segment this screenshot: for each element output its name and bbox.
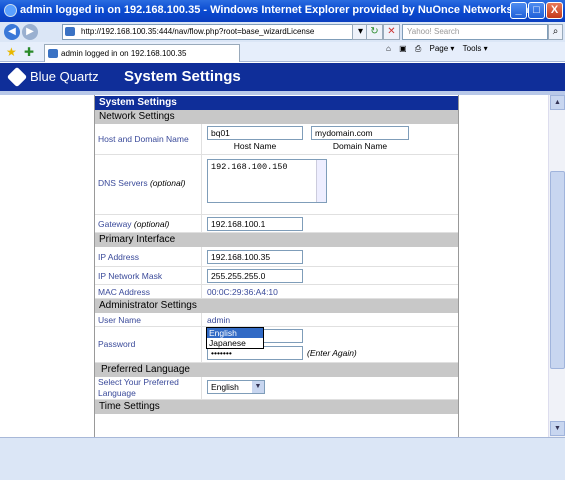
language-dropdown-list: English Japanese <box>206 327 264 349</box>
status-bar <box>0 437 565 480</box>
network-mask-label: IP Network Mask <box>98 271 163 281</box>
row-separator <box>201 285 202 298</box>
dns-label-text: DNS Servers <box>98 178 148 188</box>
dns-label: DNS Servers (optional) <box>98 178 185 188</box>
domain-name-input[interactable]: mydomain.com <box>311 126 409 140</box>
host-name-caption: Host Name <box>233 141 277 151</box>
section-primary-interface: Primary Interface <box>95 233 458 247</box>
tab-title: admin logged in on 192.168.100.35 <box>61 49 187 58</box>
dns-value: 192.168.100.150 <box>211 162 288 172</box>
row-separator <box>201 313 202 326</box>
page-scrollbar[interactable]: ▲ ▼ <box>548 95 565 437</box>
home-icon[interactable]: ⌂ <box>386 44 391 53</box>
brand-name: Blue Quartz <box>30 69 99 84</box>
domain-name-caption: Domain Name <box>332 141 388 151</box>
url-input[interactable]: http://192.168.100.35:444/nav/flow.php?r… <box>62 24 364 40</box>
page-viewport: Blue Quartz System Settings System Setti… <box>0 63 565 437</box>
password-label: Password <box>98 339 136 349</box>
tab-page-icon <box>48 49 58 58</box>
gateway-optional: (optional) <box>133 219 170 229</box>
row-separator <box>201 267 202 284</box>
maximize-button[interactable]: □ <box>528 2 545 19</box>
language-option-japanese[interactable]: Japanese <box>207 338 263 348</box>
ip-address-input[interactable]: 192.168.100.35 <box>207 250 303 264</box>
section-network: Network Settings <box>95 110 458 124</box>
scroll-down-icon[interactable]: ▼ <box>550 421 565 436</box>
feeds-icon[interactable]: ▣ <box>399 44 407 53</box>
section-administrator: Administrator Settings <box>95 299 458 313</box>
chevron-down-icon[interactable]: ▼ <box>252 381 264 393</box>
language-select[interactable]: English ▼ <box>207 380 265 394</box>
mac-address-label: MAC Address <box>98 287 150 297</box>
favorites-star-icon[interactable]: ★ <box>6 45 17 59</box>
section-language: Preferred Language <box>95 363 458 377</box>
ie-icon <box>4 4 17 17</box>
window-title-bar: admin logged in on 192.168.100.35 - Wind… <box>0 0 565 22</box>
language-row: Select Your Preferred Language English ▼ <box>95 377 458 400</box>
print-icon[interactable]: ⎙ <box>415 44 421 53</box>
forward-icon[interactable]: ▶ <box>22 24 38 40</box>
network-mask-input[interactable]: 255.255.255.0 <box>207 269 303 283</box>
user-name-row: User Name admin <box>95 313 458 327</box>
row-separator <box>201 327 202 362</box>
gateway-label-text: Gateway <box>98 219 132 229</box>
row-separator <box>201 247 202 266</box>
gateway-label: Gateway (optional) <box>98 219 169 229</box>
add-favorites-icon[interactable]: ✚ <box>24 45 34 59</box>
form-title: System Settings <box>95 96 458 110</box>
back-icon[interactable]: ◀ <box>4 24 20 40</box>
stop-icon[interactable]: ✕ <box>383 24 400 40</box>
minimize-button[interactable]: _ <box>510 2 527 19</box>
settings-form: System Settings Network Settings Host an… <box>94 95 459 437</box>
gateway-input[interactable]: 192.168.100.1 <box>207 217 303 231</box>
ip-address-row: IP Address 192.168.100.35 <box>95 247 458 267</box>
textarea-scrollbar[interactable] <box>316 160 326 202</box>
search-input[interactable]: Yahoo! Search <box>402 24 548 40</box>
mac-address-value: 00:0C:29:36:A4:10 <box>207 287 278 297</box>
tools-menu[interactable]: Tools ▾ <box>463 44 488 53</box>
host-name-input[interactable]: bq01 <box>207 126 303 140</box>
mac-address-row: MAC Address 00:0C:29:36:A4:10 <box>95 285 458 299</box>
gateway-row: Gateway (optional) 192.168.100.1 <box>95 215 458 233</box>
host-domain-label: Host and Domain Name <box>98 134 189 144</box>
host-domain-row: Host and Domain Name bq01 mydomain.com H… <box>95 124 458 155</box>
language-option-english[interactable]: English <box>207 328 263 338</box>
scroll-up-icon[interactable]: ▲ <box>550 95 565 110</box>
tab-current[interactable]: admin logged in on 192.168.100.35 <box>44 44 240 62</box>
password-row: Password ••••••• ••••••• (Enter Again) <box>95 327 458 363</box>
network-mask-row: IP Network Mask 255.255.255.0 <box>95 267 458 285</box>
ip-address-label: IP Address <box>98 252 139 262</box>
app-header: Blue Quartz System Settings <box>0 63 565 91</box>
blue-quartz-logo-icon <box>6 66 28 88</box>
dns-optional: (optional) <box>149 178 186 188</box>
language-selected: English <box>211 382 239 392</box>
row-separator <box>201 377 202 399</box>
user-name-value: admin <box>207 315 231 325</box>
language-label: Select Your Preferred Language <box>98 377 179 398</box>
row-separator <box>201 155 202 214</box>
row-separator <box>201 215 202 232</box>
row-separator <box>201 124 202 154</box>
window-title: admin logged in on 192.168.100.35 - Wind… <box>20 4 538 16</box>
user-name-label: User Name <box>98 315 141 325</box>
enter-again-note: (Enter Again) <box>307 348 357 358</box>
dns-row: DNS Servers (optional) 192.168.100.150 <box>95 155 458 215</box>
dns-servers-textarea[interactable]: 192.168.100.150 <box>207 159 327 203</box>
close-button[interactable]: X <box>546 2 563 19</box>
command-bar: ⌂ ▣ ⎙ Page ▾ Tools ▾ <box>380 44 488 54</box>
page-icon <box>65 27 75 36</box>
section-time: Time Settings <box>95 400 458 414</box>
page-menu[interactable]: Page ▾ <box>430 44 455 53</box>
search-icon[interactable]: ⌕ <box>548 24 563 40</box>
page-title: System Settings <box>124 68 241 85</box>
scroll-thumb[interactable] <box>550 171 565 369</box>
refresh-icon[interactable]: ↻ <box>366 24 383 40</box>
